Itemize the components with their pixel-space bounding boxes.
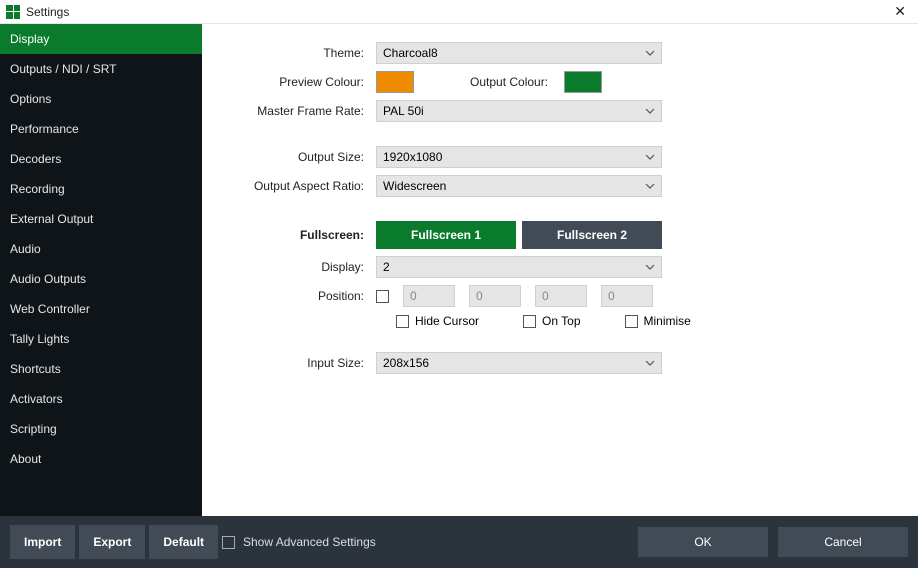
chevron-down-icon xyxy=(645,48,655,58)
chevron-down-icon xyxy=(645,152,655,162)
titlebar: Settings ✕ xyxy=(0,0,918,24)
output-colour-swatch[interactable] xyxy=(564,71,602,93)
import-button[interactable]: Import xyxy=(10,525,75,559)
output-aspect-value: Widescreen xyxy=(383,179,446,193)
input-size-select[interactable]: 208x156 xyxy=(376,352,662,374)
on-top-checkbox[interactable]: On Top xyxy=(523,314,580,328)
display-value: 2 xyxy=(383,260,390,274)
fullscreen-label: Fullscreen: xyxy=(226,228,376,242)
checkbox-icon xyxy=(396,315,409,328)
checkbox-icon xyxy=(523,315,536,328)
position-w-input[interactable]: 0 xyxy=(535,285,587,307)
theme-select[interactable]: Charcoal8 xyxy=(376,42,662,64)
input-size-value: 208x156 xyxy=(383,356,429,370)
sidebar-item-decoders[interactable]: Decoders xyxy=(0,144,202,174)
sidebar-item-scripting[interactable]: Scripting xyxy=(0,414,202,444)
sidebar-item-external-output[interactable]: External Output xyxy=(0,204,202,234)
cancel-button[interactable]: Cancel xyxy=(778,527,908,557)
checkbox-icon xyxy=(222,536,235,549)
chevron-down-icon xyxy=(645,358,655,368)
preview-colour-swatch[interactable] xyxy=(376,71,414,93)
fullscreen-1-button[interactable]: Fullscreen 1 xyxy=(376,221,516,249)
sidebar-item-audio[interactable]: Audio xyxy=(0,234,202,264)
sidebar-item-audio-outputs[interactable]: Audio Outputs xyxy=(0,264,202,294)
input-size-label: Input Size: xyxy=(226,356,376,370)
position-label: Position: xyxy=(226,289,376,303)
position-enable-checkbox[interactable] xyxy=(376,290,389,303)
sidebar-item-recording[interactable]: Recording xyxy=(0,174,202,204)
display-select[interactable]: 2 xyxy=(376,256,662,278)
preview-colour-label: Preview Colour: xyxy=(226,75,376,89)
sidebar-item-outputs-ndi-srt[interactable]: Outputs / NDI / SRT xyxy=(0,54,202,84)
sidebar: DisplayOutputs / NDI / SRTOptionsPerform… xyxy=(0,24,202,516)
output-colour-label: Output Colour: xyxy=(470,75,548,89)
hide-cursor-checkbox[interactable]: Hide Cursor xyxy=(396,314,479,328)
sidebar-item-web-controller[interactable]: Web Controller xyxy=(0,294,202,324)
sidebar-item-shortcuts[interactable]: Shortcuts xyxy=(0,354,202,384)
fullscreen-2-button[interactable]: Fullscreen 2 xyxy=(522,221,662,249)
show-advanced-checkbox[interactable]: Show Advanced Settings xyxy=(222,535,376,549)
checkbox-icon xyxy=(625,315,638,328)
close-icon[interactable]: ✕ xyxy=(888,3,912,20)
minimise-checkbox[interactable]: Minimise xyxy=(625,314,691,328)
output-aspect-label: Output Aspect Ratio: xyxy=(226,179,376,193)
theme-label: Theme: xyxy=(226,46,376,60)
sidebar-item-performance[interactable]: Performance xyxy=(0,114,202,144)
chevron-down-icon xyxy=(645,181,655,191)
export-button[interactable]: Export xyxy=(79,525,145,559)
default-button[interactable]: Default xyxy=(149,525,218,559)
sidebar-item-tally-lights[interactable]: Tally Lights xyxy=(0,324,202,354)
display-label: Display: xyxy=(226,260,376,274)
chevron-down-icon xyxy=(645,106,655,116)
app-logo-icon xyxy=(6,5,20,19)
chevron-down-icon xyxy=(645,262,655,272)
position-x-input[interactable]: 0 xyxy=(403,285,455,307)
output-aspect-select[interactable]: Widescreen xyxy=(376,175,662,197)
output-size-value: 1920x1080 xyxy=(383,150,442,164)
position-y-input[interactable]: 0 xyxy=(469,285,521,307)
position-h-input[interactable]: 0 xyxy=(601,285,653,307)
ok-button[interactable]: OK xyxy=(638,527,768,557)
footer: Import Export Default Show Advanced Sett… xyxy=(0,516,918,568)
sidebar-item-about[interactable]: About xyxy=(0,444,202,474)
master-frame-rate-value: PAL 50i xyxy=(383,104,424,118)
output-size-label: Output Size: xyxy=(226,150,376,164)
sidebar-item-display[interactable]: Display xyxy=(0,24,202,54)
sidebar-item-options[interactable]: Options xyxy=(0,84,202,114)
settings-panel: Theme: Charcoal8 Preview Colour: Output … xyxy=(202,24,918,516)
output-size-select[interactable]: 1920x1080 xyxy=(376,146,662,168)
theme-value: Charcoal8 xyxy=(383,46,438,60)
window-title: Settings xyxy=(26,5,69,19)
master-frame-rate-label: Master Frame Rate: xyxy=(226,104,376,118)
master-frame-rate-select[interactable]: PAL 50i xyxy=(376,100,662,122)
sidebar-item-activators[interactable]: Activators xyxy=(0,384,202,414)
